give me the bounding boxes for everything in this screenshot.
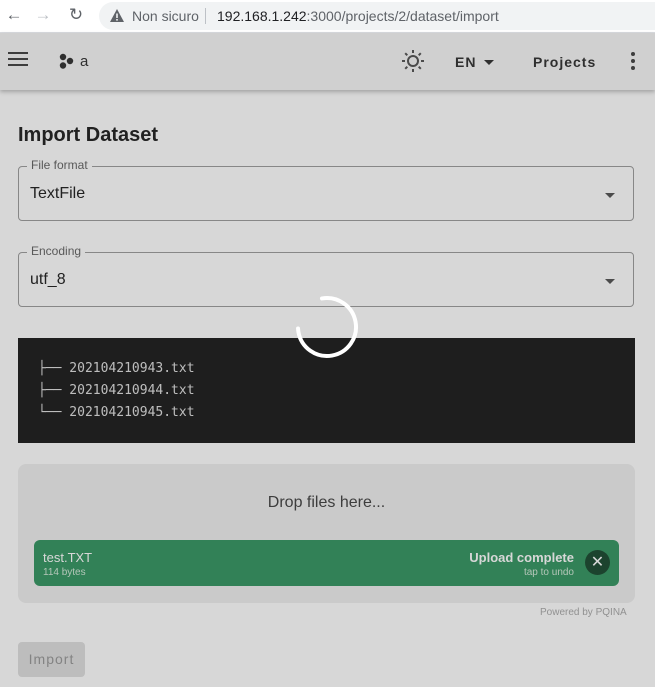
reload-icon[interactable]: ↻ [66,5,86,25]
warning-icon [110,9,124,22]
loading-spinner-icon [296,296,358,358]
url-text[interactable]: 192.168.1.242:3000/projects/2/dataset/im… [217,8,499,24]
url-host: 192.168.1.242 [217,8,307,24]
forward-icon[interactable]: → [33,5,53,25]
browser-toolbar: ← → ↻ Non sicuro 192.168.1.242:3000/proj… [0,0,655,33]
url-path: :3000/projects/2/dataset/import [306,8,499,24]
address-bar[interactable]: Non sicuro 192.168.1.242:3000/projects/2… [99,2,655,30]
security-label: Non sicuro [132,8,199,24]
omnibox-divider [205,8,206,24]
loading-overlay [0,33,655,687]
back-icon[interactable]: ← [4,5,24,25]
